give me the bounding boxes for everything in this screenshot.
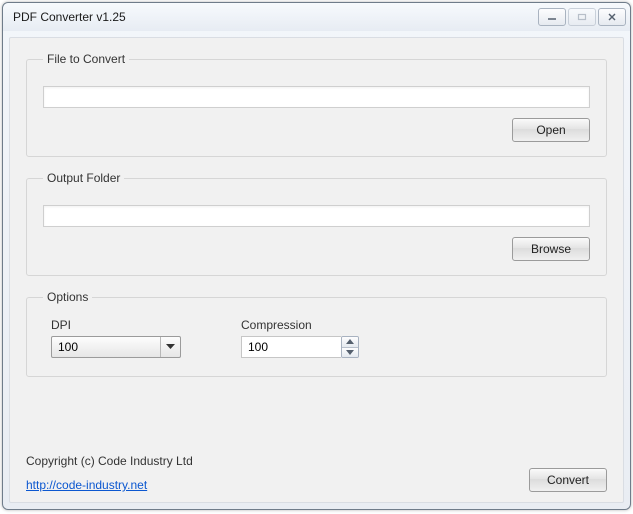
dpi-value: 100 xyxy=(58,340,78,354)
output-group-legend: Output Folder xyxy=(43,171,124,185)
convert-button[interactable]: Convert xyxy=(529,468,607,492)
chevron-up-icon xyxy=(346,339,354,344)
titlebar: PDF Converter v1.25 xyxy=(3,3,630,31)
footer: Copyright (c) Code Industry Ltd http://c… xyxy=(26,446,607,492)
client-area: File to Convert Open Output Folder Brows… xyxy=(9,37,624,503)
output-folder-group: Output Folder Browse xyxy=(26,171,607,276)
open-button[interactable]: Open xyxy=(512,118,590,142)
compression-step-down[interactable] xyxy=(342,347,358,358)
options-group: Options DPI 100 Compression xyxy=(26,290,607,377)
dpi-dropdown[interactable]: 100 xyxy=(51,336,181,358)
options-group-legend: Options xyxy=(43,290,92,304)
dpi-label: DPI xyxy=(51,318,181,332)
browse-button[interactable]: Browse xyxy=(512,237,590,261)
file-group-legend: File to Convert xyxy=(43,52,129,66)
copyright-text: Copyright (c) Code Industry Ltd xyxy=(26,454,193,468)
compression-input[interactable] xyxy=(241,336,341,358)
dpi-dropdown-arrow xyxy=(160,337,180,357)
maximize-button xyxy=(568,8,596,26)
chevron-down-icon xyxy=(346,350,354,355)
app-window: PDF Converter v1.25 File to Convert Open xyxy=(2,2,631,510)
compression-option: Compression xyxy=(241,318,359,358)
minimize-icon xyxy=(547,13,557,21)
file-path-input[interactable] xyxy=(43,86,590,108)
output-folder-input[interactable] xyxy=(43,205,590,227)
maximize-icon xyxy=(577,13,587,21)
chevron-down-icon xyxy=(166,344,175,350)
minimize-button[interactable] xyxy=(538,8,566,26)
file-to-convert-group: File to Convert Open xyxy=(26,52,607,157)
close-button[interactable] xyxy=(598,8,626,26)
compression-spinner xyxy=(241,336,359,358)
vendor-link[interactable]: http://code-industry.net xyxy=(26,478,193,492)
close-icon xyxy=(607,13,617,21)
compression-step-up[interactable] xyxy=(342,337,358,347)
window-title: PDF Converter v1.25 xyxy=(13,10,536,24)
window-controls xyxy=(536,8,626,26)
compression-label: Compression xyxy=(241,318,359,332)
dpi-option: DPI 100 xyxy=(51,318,181,358)
